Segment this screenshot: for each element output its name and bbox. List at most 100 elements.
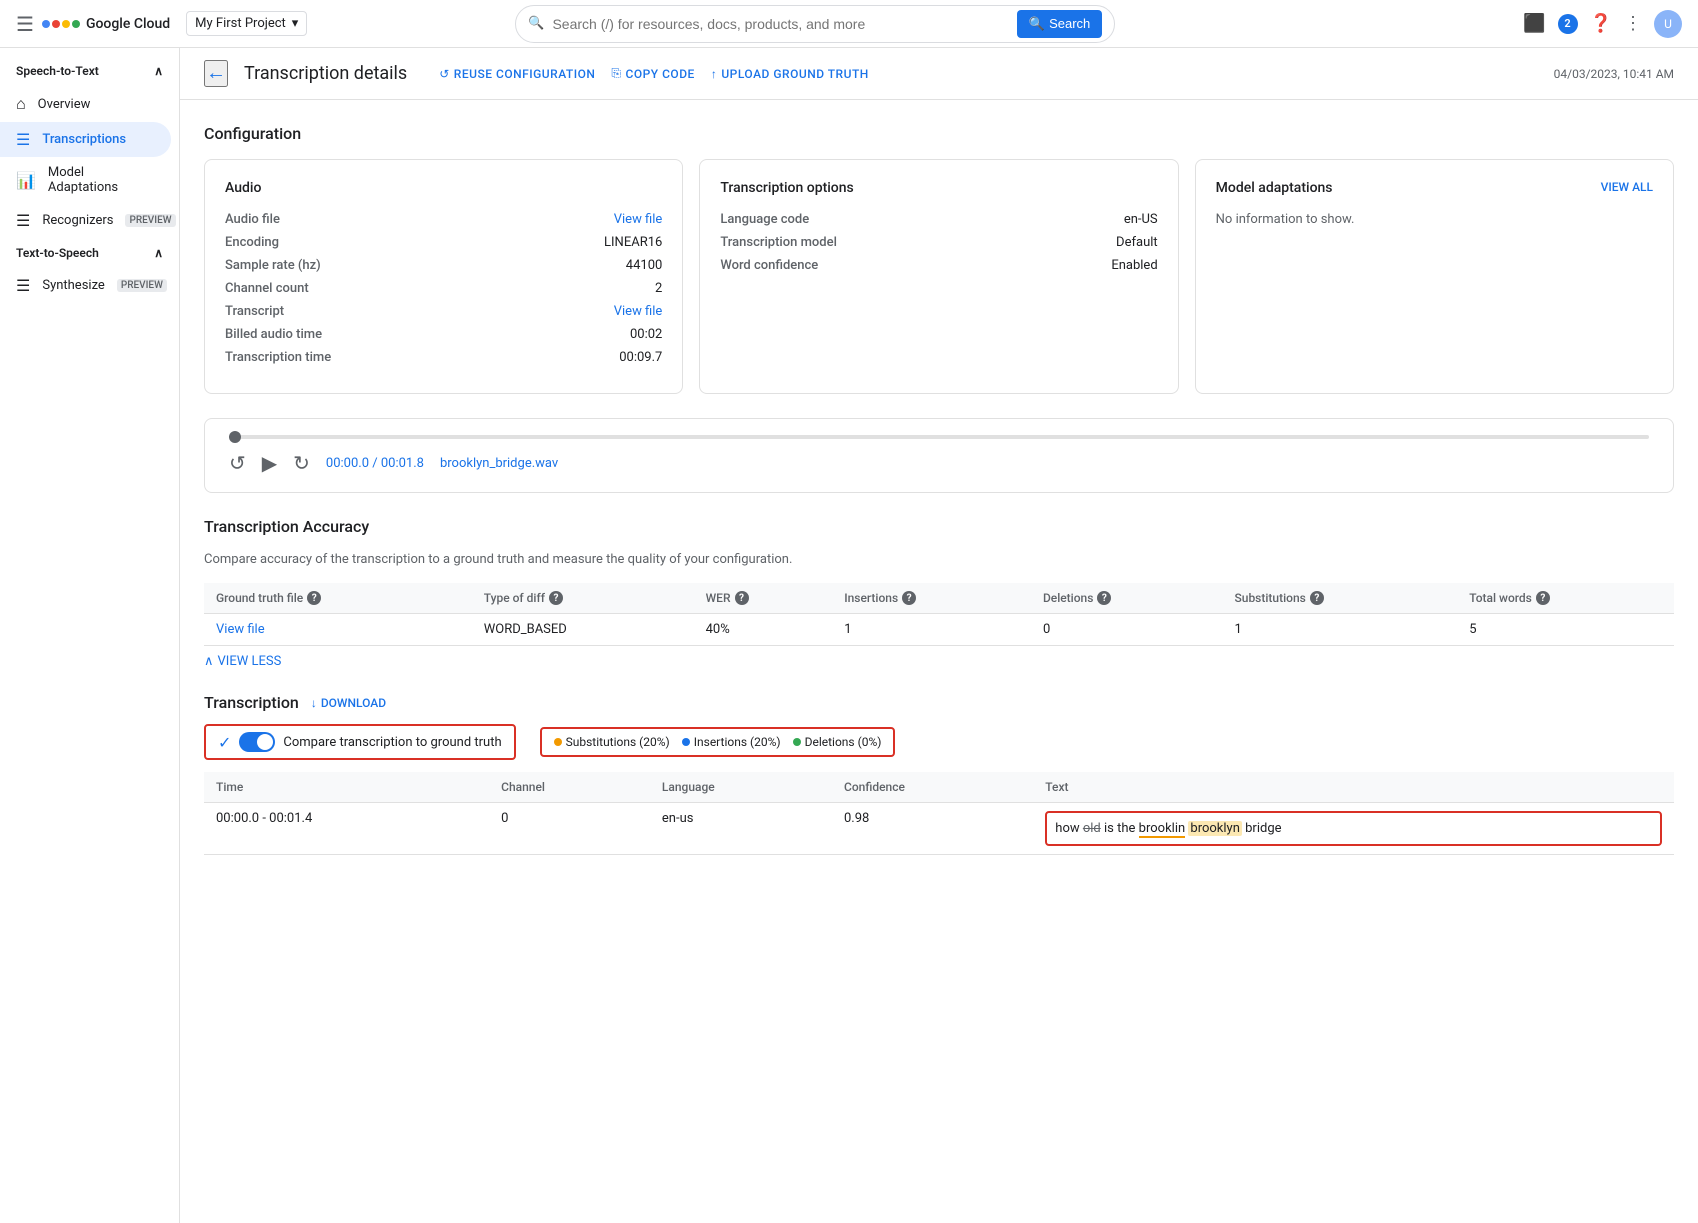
progress-thumb[interactable]: [229, 431, 241, 443]
audio-filename[interactable]: brooklyn_bridge.wav: [440, 456, 558, 471]
th-insertions: Insertions ?: [832, 583, 1031, 614]
model-adaptations-title: Model adaptations: [1216, 180, 1653, 196]
search-input[interactable]: [552, 16, 1008, 32]
sidebar-section-speech-to-text[interactable]: Speech-to-Text ∧: [0, 56, 179, 86]
download-link[interactable]: ↓ DOWNLOAD: [311, 696, 386, 710]
substitutions-info-icon[interactable]: ?: [1310, 591, 1324, 605]
total-words-cell: 5: [1457, 614, 1674, 646]
audio-file-link[interactable]: View file: [614, 212, 663, 227]
compare-toggle[interactable]: [239, 732, 275, 752]
model-adaptations-card: VIEW ALL Model adaptations No informatio…: [1195, 159, 1674, 394]
chevron-up-icon-less: ∧: [204, 654, 214, 669]
th-time: Time: [204, 772, 489, 803]
chevron-up-icon-tts: ∧: [154, 246, 163, 260]
sidebar-section-text-to-speech[interactable]: Text-to-Speech ∧: [0, 238, 179, 268]
home-icon: ⌂: [16, 94, 26, 114]
synthesize-icon: ☰: [16, 276, 30, 295]
upload-icon: ↑: [711, 67, 718, 81]
back-button[interactable]: ←: [204, 60, 228, 87]
chevron-up-icon: ∧: [154, 64, 163, 78]
th-total-words: Total words ?: [1457, 583, 1674, 614]
sidebar-item-synthesize[interactable]: ☰ Synthesize PREVIEW: [0, 268, 171, 303]
transcriptions-icon: ☰: [16, 130, 30, 149]
copy-code-link[interactable]: ⎘ COPY CODE: [611, 66, 694, 81]
insertions-dot: [682, 738, 690, 746]
substitutions-dot: [554, 738, 562, 746]
view-all-link[interactable]: VIEW ALL: [1601, 180, 1653, 194]
text-cell: how old is the brooklin brooklyn bridge: [1045, 811, 1662, 846]
model-adaptations-icon: 📊: [16, 171, 36, 190]
recognizers-icon: ☰: [16, 211, 30, 230]
accuracy-table: Ground truth file ? Type of diff ?: [204, 583, 1674, 646]
ground-file-info-icon[interactable]: ?: [307, 591, 321, 605]
help-icon[interactable]: ❓: [1590, 13, 1612, 34]
audio-card-title: Audio: [225, 180, 662, 196]
progress-bar-container[interactable]: [229, 435, 1649, 439]
th-ground-file: Ground truth file ?: [204, 583, 472, 614]
insertions-info-icon[interactable]: ?: [902, 591, 916, 605]
word-bridge: bridge: [1245, 821, 1281, 836]
transcription-accuracy-section: Transcription Accuracy Compare accuracy …: [204, 517, 1674, 669]
sidebar-item-overview[interactable]: ⌂ Overview: [0, 86, 171, 122]
reuse-config-link[interactable]: ↺ REUSE CONFIGURATION: [439, 66, 595, 81]
check-icon: ✓: [218, 733, 231, 752]
project-selector[interactable]: My First Project ▾: [186, 11, 307, 36]
compare-row: ✓ Compare transcription to ground truth …: [204, 724, 1674, 760]
total-words-info-icon[interactable]: ?: [1536, 591, 1550, 605]
progress-track[interactable]: [229, 435, 1649, 439]
search-button[interactable]: 🔍 Search: [1017, 10, 1102, 38]
transcription-section: Transcription ↓ DOWNLOAD ✓ Compare trans…: [204, 693, 1674, 855]
notification-badge[interactable]: 2: [1558, 14, 1578, 34]
trans-language: en-us: [650, 803, 832, 855]
th-channel: Channel: [489, 772, 650, 803]
copy-icon: ⎘: [611, 66, 621, 81]
legend-insertions: Insertions (20%): [682, 735, 781, 749]
chevron-down-icon: ▾: [292, 16, 299, 31]
user-avatar[interactable]: U: [1654, 10, 1682, 38]
legend-group: Substitutions (20%) Insertions (20%) Del…: [540, 727, 896, 757]
trans-channel: 0: [489, 803, 650, 855]
sidebar-label-synthesize: Synthesize: [42, 278, 104, 293]
transcript-link[interactable]: View file: [614, 304, 663, 319]
wer-info-icon[interactable]: ?: [735, 591, 749, 605]
sidebar-label-transcriptions: Transcriptions: [42, 132, 126, 147]
terminal-icon[interactable]: ⬛: [1523, 13, 1545, 34]
fast-forward-button[interactable]: ↻: [293, 451, 310, 476]
type-of-diff-info-icon[interactable]: ?: [549, 591, 563, 605]
sub-header: ← Transcription details ↺ REUSE CONFIGUR…: [180, 48, 1698, 100]
legend-substitutions: Substitutions (20%): [554, 735, 670, 749]
type-of-diff-cell: WORD_BASED: [472, 614, 694, 646]
sidebar-label-overview: Overview: [38, 97, 91, 112]
view-file-link[interactable]: View file: [216, 622, 265, 637]
deletions-dot: [793, 738, 801, 746]
th-language: Language: [650, 772, 832, 803]
legend-substitutions-label: Substitutions (20%): [566, 735, 670, 749]
hamburger-icon[interactable]: ☰: [16, 12, 34, 36]
play-button[interactable]: ▶: [262, 451, 277, 476]
word-brooklyn-insertion: brooklyn: [1188, 821, 1242, 836]
recognizers-preview-badge: PREVIEW: [125, 214, 175, 227]
page-timestamp: 04/03/2023, 10:41 AM: [1554, 67, 1674, 81]
upload-ground-truth-link[interactable]: ↑ UPLOAD GROUND TRUTH: [711, 66, 869, 81]
player-controls: ↺ ▶ ↻ 00:00.0 / 00:01.8 brooklyn_bridge.…: [229, 451, 1649, 476]
sidebar-item-transcriptions[interactable]: ☰ Transcriptions: [0, 122, 171, 157]
sidebar-item-recognizers[interactable]: ☰ Recognizers PREVIEW: [0, 203, 171, 238]
deletions-cell: 0: [1031, 614, 1223, 646]
reuse-icon: ↺: [439, 67, 450, 81]
more-options-icon[interactable]: ⋮: [1624, 13, 1642, 34]
view-less-button[interactable]: ∧ VIEW LESS: [204, 654, 1674, 669]
th-confidence: Confidence: [832, 772, 1033, 803]
ground-file-cell: View file: [204, 614, 472, 646]
substitutions-cell: 1: [1223, 614, 1458, 646]
th-deletions: Deletions ?: [1031, 583, 1223, 614]
trans-confidence: 0.98: [832, 803, 1033, 855]
synthesize-preview-badge: PREVIEW: [117, 279, 167, 292]
wer-cell: 40%: [694, 614, 833, 646]
rewind-button[interactable]: ↺: [229, 451, 246, 476]
project-name: My First Project: [195, 16, 286, 31]
sidebar-item-model-adaptations[interactable]: 📊 Model Adaptations: [0, 157, 171, 203]
deletions-info-icon[interactable]: ?: [1097, 591, 1111, 605]
transcription-header: Transcription ↓ DOWNLOAD: [204, 693, 1674, 712]
google-logo-icon: [42, 20, 80, 28]
trans-table-row: 00:00.0 - 00:01.4 0 en-us 0.98 how old i…: [204, 803, 1674, 855]
